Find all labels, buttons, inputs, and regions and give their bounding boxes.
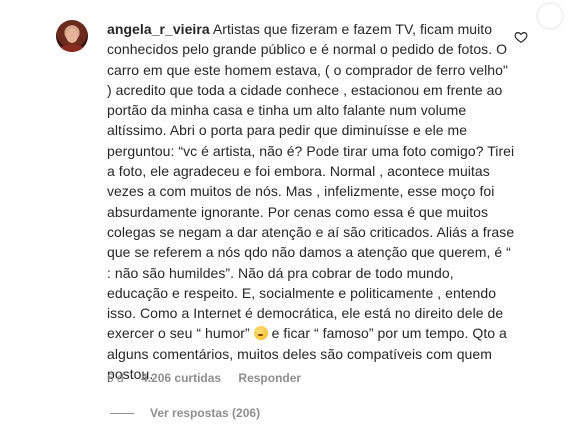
view-replies-button[interactable]: Ver respostas (206) (110, 406, 260, 420)
watermark-logo (536, 2, 564, 30)
like-heart-icon[interactable] (514, 30, 528, 44)
comment-likes[interactable]: 4.206 curtidas (141, 371, 221, 385)
comment-age: 6 d (107, 371, 124, 385)
replies-divider (110, 413, 134, 415)
comment-body: angela_r_vieira Artistas que fizeram e f… (107, 19, 515, 384)
thinking-face-emoji-icon (253, 326, 268, 341)
comment-username[interactable]: angela_r_vieira (107, 21, 210, 37)
comment-meta: 6 d 4.206 curtidas Responder (107, 371, 315, 385)
view-replies-label: Ver respostas (206) (150, 406, 261, 420)
avatar[interactable] (56, 20, 88, 52)
reply-button[interactable]: Responder (238, 371, 301, 385)
comment-text: Artistas que fizeram e fazem TV, ficam m… (107, 21, 519, 342)
